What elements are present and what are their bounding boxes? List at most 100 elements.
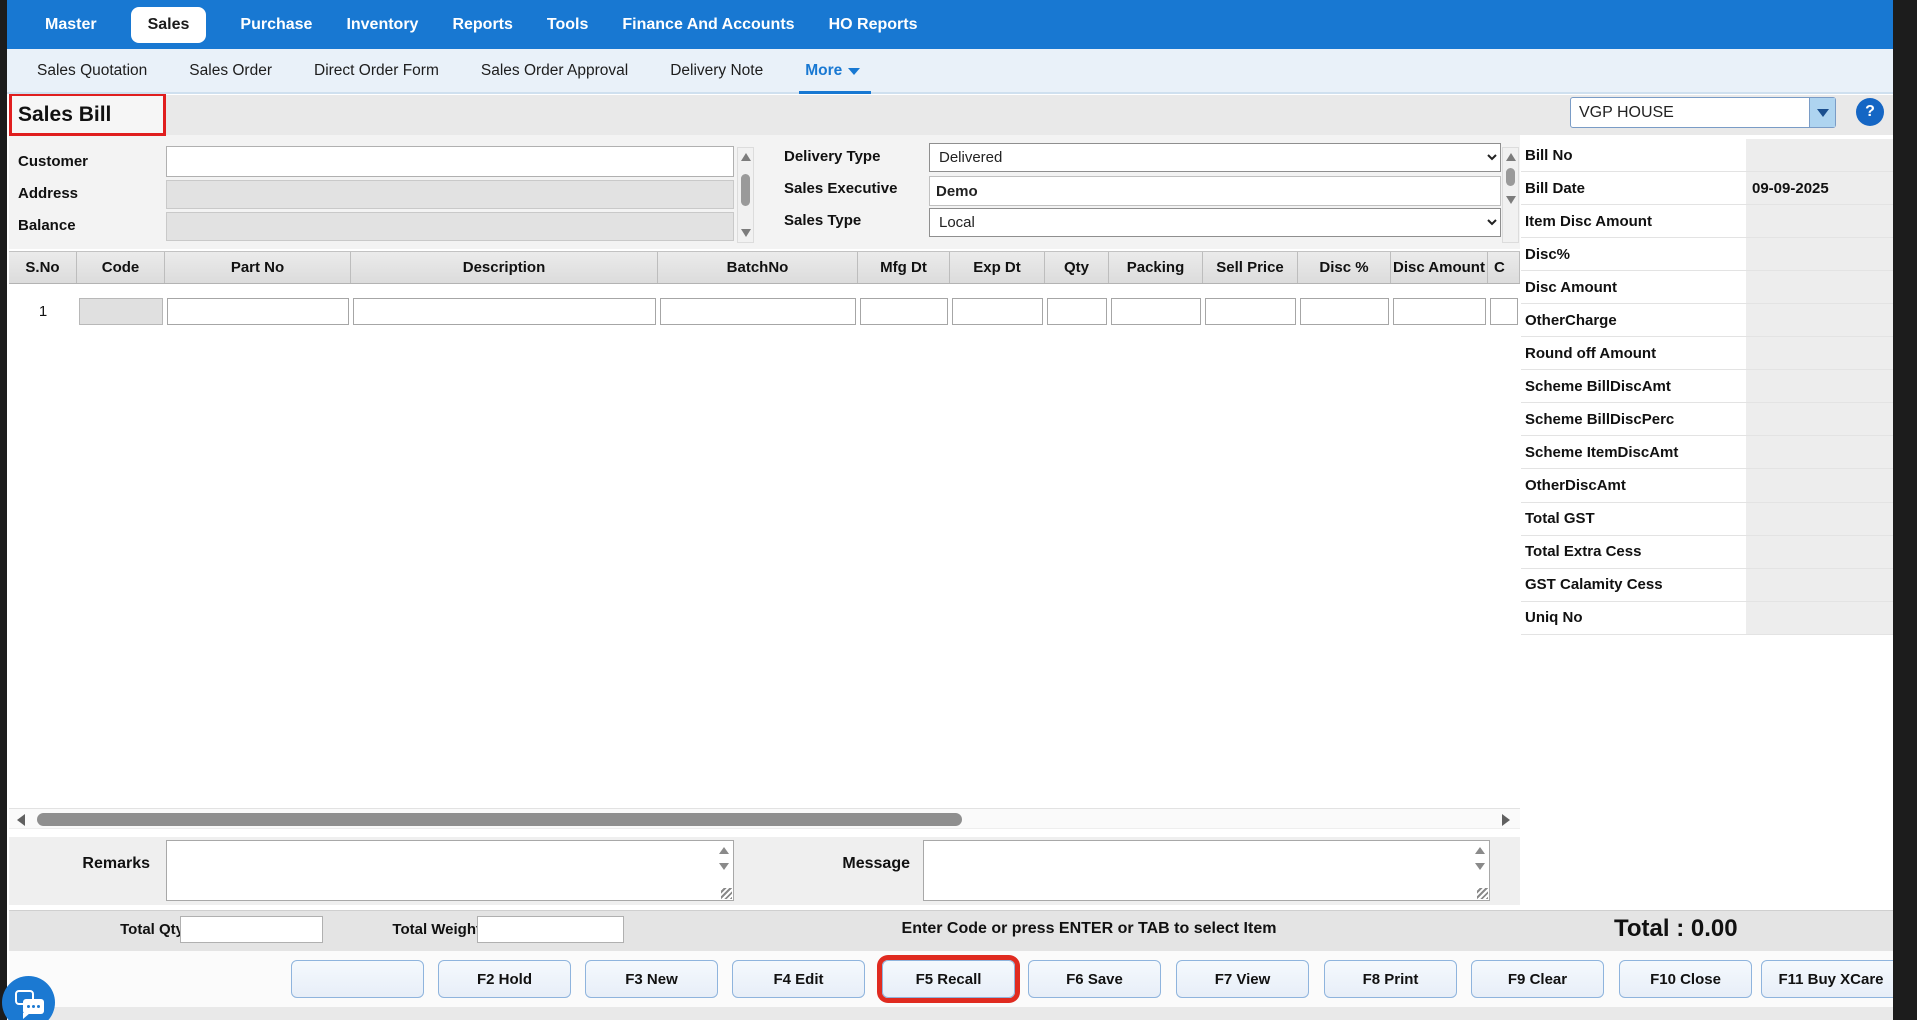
summary-row-total-extra-cess: Total Extra Cess [1521,536,1893,569]
summary-row-bill-no: Bill No [1521,139,1893,172]
scroll-left-icon[interactable] [17,814,25,826]
col-exp-dt: Exp Dt [950,252,1045,283]
chevron-down-icon [1817,109,1829,117]
f3-new-button[interactable]: F3 New [585,960,718,998]
delivery-type-label: Delivery Type [784,148,880,165]
summary-row-item-disc-amount: Item Disc Amount [1521,205,1893,238]
nav-finance-and-accounts[interactable]: Finance And Accounts [622,16,794,34]
f4-edit-button[interactable]: F4 Edit [732,960,865,998]
summary-row-round-off: Round off Amount [1521,337,1893,370]
message-label: Message [820,855,910,873]
packing-cell-input[interactable] [1111,298,1201,325]
f7-view-button[interactable]: F7 View [1176,960,1309,998]
top-navigation-bar: Master Sales Purchase Inventory Reports … [7,0,1893,49]
total-qty-input[interactable] [180,916,323,943]
bottom-strip [9,1007,1893,1020]
col-code: Code [77,252,165,283]
summary-row-disc-amount: Disc Amount [1521,271,1893,304]
grid-horizontal-scrollbar[interactable] [9,808,1520,829]
f5-recall-button[interactable]: F5 Recall [882,960,1015,998]
scroll-up-icon[interactable] [1506,153,1516,161]
subnav-sales-order[interactable]: Sales Order [189,62,272,80]
f10-close-button[interactable]: F10 Close [1619,960,1752,998]
scroll-down-icon[interactable] [741,229,751,237]
nav-purchase[interactable]: Purchase [240,16,312,34]
nav-reports[interactable]: Reports [452,16,512,34]
subnav-sales-order-approval[interactable]: Sales Order Approval [481,62,628,80]
summary-row-disc-pct: Disc% [1521,238,1893,271]
col-part-no: Part No [165,252,351,283]
col-disc-pct: Disc % [1298,252,1391,283]
scrollbar-thumb[interactable] [741,174,750,206]
sales-type-select[interactable]: Local [929,208,1501,237]
f6-save-button[interactable]: F6 Save [1028,960,1161,998]
scrollbar-thumb[interactable] [37,813,962,826]
chevron-down-icon [848,68,860,75]
scroll-up-icon[interactable] [741,153,751,161]
f11-buy-xcare-button[interactable]: F11 Buy XCare [1761,960,1901,998]
summary-row-scheme-billdiscperc: Scheme BillDiscPerc [1521,403,1893,436]
mfg-dt-cell-input[interactable] [860,298,948,325]
sales-sub-navigation: Sales Quotation Sales Order Direct Order… [7,49,1893,94]
nav-inventory[interactable]: Inventory [346,16,418,34]
nav-sales[interactable]: Sales [131,7,207,43]
scroll-right-icon[interactable] [1502,814,1510,826]
summary-row-scheme-itemdiscamt: Scheme ItemDiscAmt [1521,436,1893,469]
f2-hold-button[interactable]: F2 Hold [438,960,571,998]
form-right-scrollbar[interactable] [1502,147,1519,243]
summary-row-uniq-no: Uniq No [1521,602,1893,635]
fkey-blank-button[interactable] [291,960,424,998]
remarks-textarea[interactable] [167,841,733,900]
message-textarea-wrap [923,840,1490,901]
delivery-type-select[interactable]: Delivered [929,143,1501,172]
batchno-cell-input[interactable] [660,298,856,325]
description-cell-input[interactable] [353,298,656,325]
disc-pct-cell-input[interactable] [1300,298,1389,325]
customer-scrollbar[interactable] [737,147,754,243]
summary-row-total-gst: Total GST [1521,503,1893,536]
window-right-edge [1893,0,1917,1020]
subnav-sales-quotation[interactable]: Sales Quotation [37,62,147,80]
message-textarea[interactable] [924,841,1489,900]
scrollbar-thumb[interactable] [1506,168,1515,186]
balance-label: Balance [18,217,76,234]
scroll-down-icon[interactable] [1506,196,1516,204]
balance-field [166,212,734,241]
clipped-cell-input[interactable] [1490,298,1518,325]
branch-dropdown-button[interactable] [1809,98,1835,127]
col-mfg-dt: Mfg Dt [858,252,950,283]
code-cell-input[interactable] [79,298,163,325]
summary-row-bill-date: Bill Date09-09-2025 [1521,172,1893,205]
disc-amount-cell-input[interactable] [1393,298,1486,325]
col-sell-price: Sell Price [1203,252,1298,283]
sell-price-cell-input[interactable] [1205,298,1296,325]
summary-row-scheme-billdiscamt: Scheme BillDiscAmt [1521,370,1893,403]
row-sno-value: 1 [9,295,77,328]
nav-tools[interactable]: Tools [547,16,588,34]
f9-clear-button[interactable]: F9 Clear [1471,960,1604,998]
sales-executive-input[interactable] [929,176,1501,206]
f8-print-button[interactable]: F8 Print [1324,960,1457,998]
subnav-more[interactable]: More [805,49,860,92]
help-button[interactable]: ? [1856,98,1884,126]
summary-row-gst-calamity-cess: GST Calamity Cess [1521,569,1893,602]
customer-input[interactable] [166,146,734,177]
nav-ho-reports[interactable]: HO Reports [829,16,918,34]
summary-row-otherdiscamt: OtherDiscAmt [1521,469,1893,502]
nav-master[interactable]: Master [45,16,97,34]
bill-summary-panel: Bill No Bill Date09-09-2025 Item Disc Am… [1521,139,1893,635]
sales-executive-label: Sales Executive [784,180,897,197]
col-qty: Qty [1045,252,1109,283]
col-sno: S.No [9,252,77,283]
items-table-row: 1 [9,295,1520,328]
item-entry-hint: Enter Code or press ENTER or TAB to sele… [789,920,1389,938]
subnav-direct-order-form[interactable]: Direct Order Form [314,62,439,80]
exp-dt-cell-input[interactable] [952,298,1043,325]
part-no-cell-input[interactable] [167,298,349,325]
subnav-delivery-note[interactable]: Delivery Note [670,62,763,80]
live-chat-button[interactable] [2,976,55,1020]
address-label: Address [18,185,78,202]
total-weight-input[interactable] [477,916,624,943]
qty-cell-input[interactable] [1047,298,1107,325]
branch-select[interactable]: VGP HOUSE [1570,97,1836,128]
